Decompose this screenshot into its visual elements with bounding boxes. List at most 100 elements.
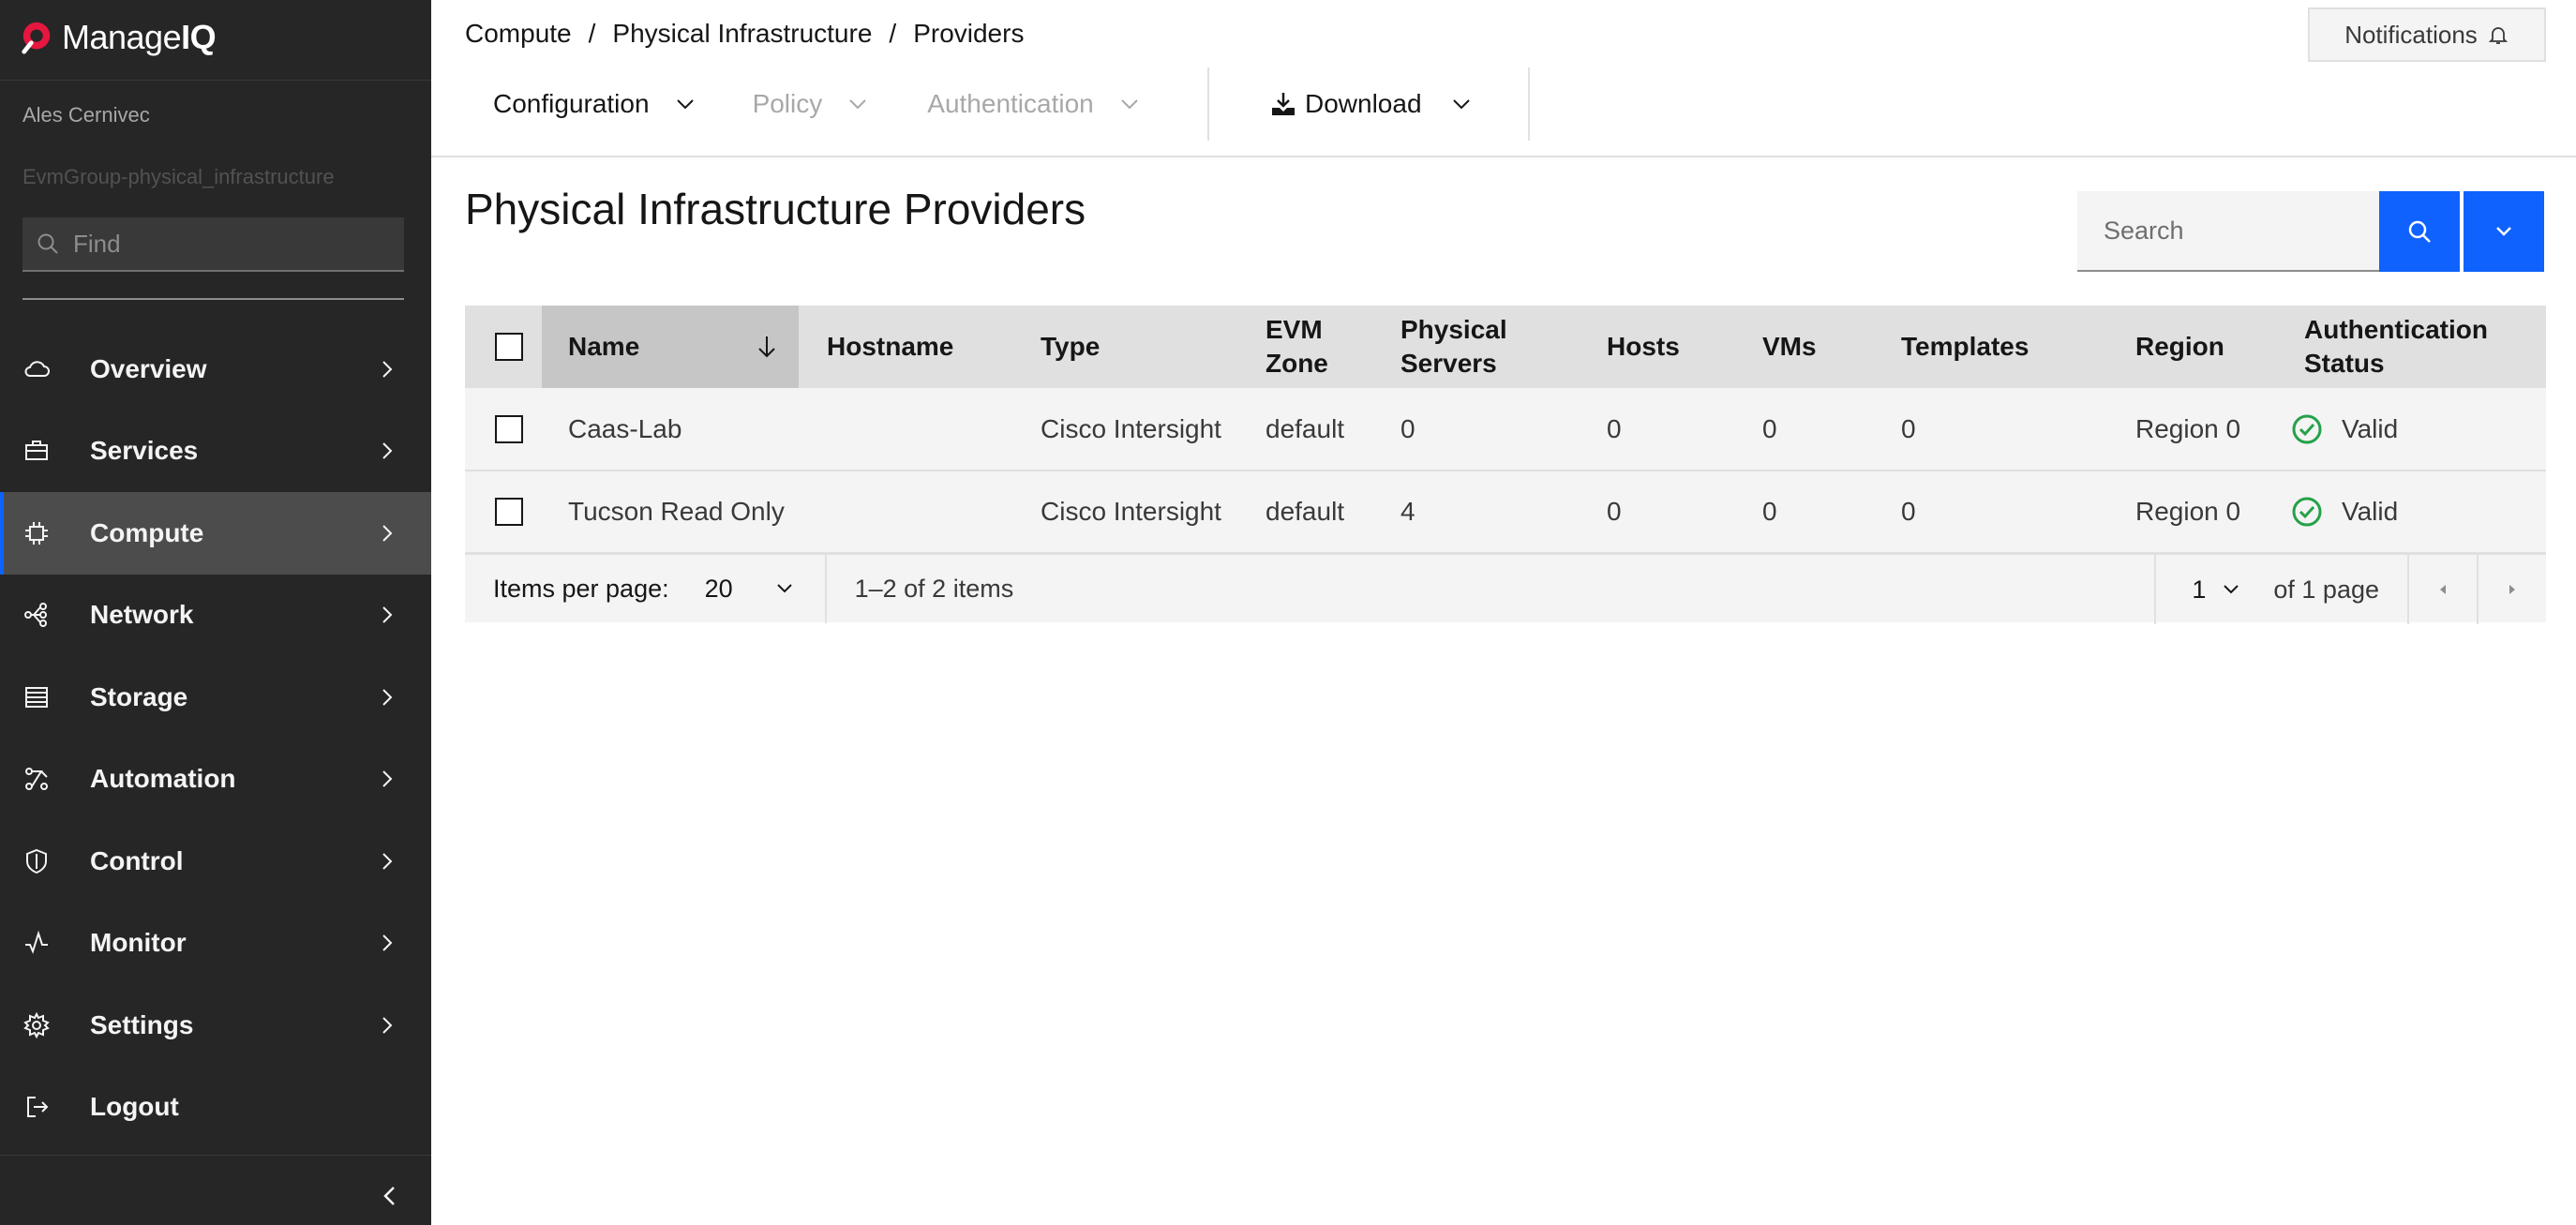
cell-name[interactable]: Caas-Lab	[542, 388, 799, 471]
download-icon	[1272, 93, 1295, 115]
column-header-name[interactable]: Name	[542, 306, 799, 388]
search-icon	[37, 233, 58, 254]
search-button[interactable]	[2379, 191, 2460, 272]
row-checkbox[interactable]	[495, 498, 523, 526]
table-header-row: Name Hostname Type EVM Zone Physical Serve…	[465, 306, 2546, 388]
cell-physical-servers: 4	[1400, 497, 1415, 526]
nav-item-automation[interactable]: Automation	[0, 739, 431, 821]
sidebar-divider	[0, 1155, 431, 1156]
column-header-evm-zone[interactable]: EVM Zone	[1241, 306, 1395, 388]
caret-right-icon	[2509, 585, 2515, 594]
nav-item-settings[interactable]: Settings	[0, 984, 431, 1067]
select-all-cell	[465, 306, 542, 388]
network-icon	[24, 603, 47, 628]
chevron-right-icon	[382, 442, 393, 459]
providers-table: Name Hostname Type EVM Zone Physical Serve…	[465, 306, 2546, 554]
arrow-down-sort-icon	[758, 336, 775, 358]
nav-item-compute[interactable]: Compute	[0, 492, 431, 575]
row-checkbox[interactable]	[495, 414, 523, 443]
chevron-right-icon	[382, 853, 393, 870]
notifications-label: Notifications	[2344, 20, 2478, 49]
collapse-sidebar-chevron-left-icon[interactable]	[377, 1183, 403, 1209]
cell-vms: 0	[1762, 497, 1777, 526]
chevron-right-icon	[382, 606, 393, 623]
notifications-button[interactable]: Notifications	[2308, 7, 2546, 62]
brand-logo[interactable]: ManageIQ	[19, 17, 217, 58]
status-badge: Valid	[2278, 413, 2546, 445]
user-name: Ales Cernivec	[22, 103, 150, 127]
cell-evm-zone: default	[1266, 497, 1345, 526]
breadcrumb: Compute / Physical Infrastructure / Prov…	[465, 19, 1024, 49]
find-field[interactable]	[22, 217, 404, 272]
nav-label: Services	[90, 436, 199, 466]
nav-label: Network	[90, 600, 194, 630]
nav-item-services[interactable]: Services	[0, 411, 431, 493]
column-header-hostname[interactable]: Hostname	[799, 306, 1011, 388]
column-header-physical-servers[interactable]: Physical Servers	[1395, 306, 1592, 388]
sidebar-divider	[22, 298, 404, 300]
status-label: Valid	[2342, 413, 2399, 443]
configuration-label: Configuration	[493, 89, 650, 118]
page-select[interactable]: 1	[2192, 575, 2241, 605]
cell-templates: 0	[1901, 497, 1916, 526]
items-per-page-select[interactable]: 20	[705, 575, 808, 604]
table-row[interactable]: Tucson Read Only Cisco Intersight defaul…	[465, 471, 2546, 553]
search-icon	[2408, 220, 2431, 243]
configuration-menu[interactable]: Configuration	[465, 67, 696, 141]
column-header-type[interactable]: Type	[1011, 306, 1241, 388]
authentication-menu[interactable]: Authentication	[927, 67, 1140, 141]
nav-item-overview[interactable]: Overview	[0, 328, 431, 411]
toolbar: Configuration Policy Authentication	[465, 67, 1141, 141]
next-page-button[interactable]	[2477, 555, 2546, 624]
pagination-divider	[2154, 555, 2157, 624]
cell-physical-servers: 0	[1400, 413, 1415, 443]
pagination: Items per page: 20 1–2 of 2 items 1 of 1…	[465, 553, 2546, 624]
breadcrumb-compute[interactable]: Compute	[465, 19, 572, 49]
select-all-checkbox[interactable]	[495, 333, 523, 361]
items-range: 1–2 of 2 items	[854, 574, 1014, 603]
search-options-button[interactable]	[2464, 191, 2544, 272]
nav-label: Monitor	[90, 928, 187, 958]
chevron-down-icon	[776, 584, 792, 593]
nav-item-logout[interactable]: Logout	[0, 1067, 431, 1149]
cell-hostname	[799, 388, 1011, 471]
search-input[interactable]	[2077, 191, 2379, 272]
previous-page-button[interactable]	[2407, 555, 2477, 624]
chevron-down-icon	[1121, 99, 1138, 110]
sidebar: ManageIQ Ales Cernivec EvmGroup-physical…	[0, 0, 431, 1225]
nav-item-network[interactable]: Network	[0, 575, 431, 657]
chevron-right-icon	[382, 689, 393, 706]
nav-item-monitor[interactable]: Monitor	[0, 903, 431, 985]
page-controls: 1 of 1 page	[2154, 555, 2546, 624]
nav-label: Automation	[90, 764, 236, 794]
column-header-hosts[interactable]: Hosts	[1592, 306, 1747, 388]
main-navigation: Overview Services Compute Network Storag…	[0, 328, 431, 1148]
logout-icon	[27, 1097, 49, 1118]
find-input[interactable]	[71, 228, 390, 260]
page-title: Physical Infrastructure Providers	[465, 185, 1086, 233]
cell-name[interactable]: Tucson Read Only	[542, 471, 799, 553]
toolbox-icon	[25, 441, 48, 461]
column-header-region[interactable]: Region	[2098, 306, 2267, 388]
breadcrumb-physical-infrastructure[interactable]: Physical Infrastructure	[612, 19, 872, 49]
nav-label: Storage	[90, 681, 188, 711]
automation-icon	[25, 768, 48, 791]
nav-item-control[interactable]: Control	[0, 820, 431, 903]
cell-vms: 0	[1762, 413, 1777, 443]
table-row[interactable]: Caas-Lab Cisco Intersight default 0 0 0 …	[465, 388, 2546, 471]
toolbar-divider	[1207, 67, 1209, 141]
download-menu[interactable]: Download	[1269, 67, 1473, 141]
breadcrumb-separator: /	[889, 19, 897, 48]
column-header-templates[interactable]: Templates	[1886, 306, 2098, 388]
cloud-icon	[24, 361, 50, 377]
chevron-right-icon	[382, 934, 393, 951]
row-select-cell	[465, 388, 542, 471]
checkmark-circle-icon	[2292, 414, 2322, 443]
nav-item-storage[interactable]: Storage	[0, 656, 431, 739]
column-header-vms[interactable]: VMs	[1747, 306, 1886, 388]
column-header-authentication-status[interactable]: Authentication Status	[2267, 306, 2546, 388]
page-value: 1	[2192, 575, 2207, 604]
cell-region: Region 0	[2135, 497, 2241, 526]
pagination-divider	[824, 554, 827, 623]
policy-menu[interactable]: Policy	[753, 67, 870, 141]
